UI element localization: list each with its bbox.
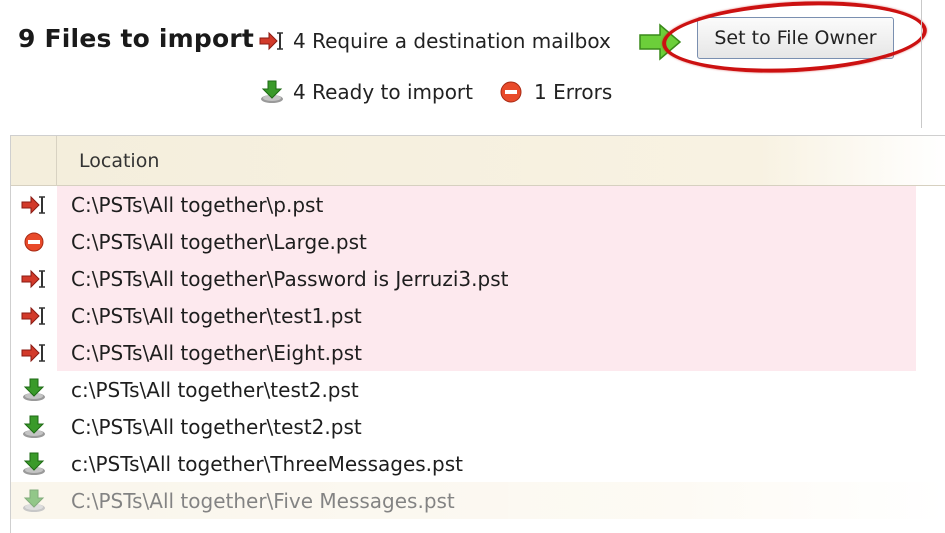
import-mailbox-icon <box>11 334 57 371</box>
error-icon <box>500 81 522 103</box>
status-require-label: 4 Require a destination mailbox <box>293 29 611 53</box>
table-row[interactable]: C:\PSTs\All together\Large.pst <box>11 223 916 260</box>
set-to-file-owner-button[interactable]: Set to File Owner <box>697 17 894 59</box>
table-row[interactable]: C:\PSTs\All together\test1.pst <box>11 297 916 334</box>
green-arrow-icon <box>638 22 682 66</box>
row-path: C:\PSTs\All together\test1.pst <box>71 303 362 328</box>
row-path: c:\PSTs\All together\ThreeMessages.pst <box>71 451 463 476</box>
page-title: 9 Files to import <box>18 24 255 53</box>
import-mailbox-icon <box>11 297 57 334</box>
table-row[interactable]: C:\PSTs\All together\p.pst <box>11 186 916 223</box>
import-mailbox-icon <box>11 260 57 297</box>
status-errors-label: 1 Errors <box>534 80 613 104</box>
status-ready: 4 Ready to import <box>259 80 473 104</box>
table-row[interactable]: C:\PSTs\All together\Five Messages.pst <box>11 482 945 519</box>
table-header: Location <box>11 136 945 186</box>
import-mailbox-icon <box>11 186 57 223</box>
status-require-mailbox: 4 Require a destination mailbox <box>259 29 611 53</box>
import-summary-header: 9 Files to import 4 Require a destinatio… <box>0 0 945 130</box>
table-row[interactable]: C:\PSTs\All together\test2.pst <box>11 408 945 445</box>
ready-download-icon <box>11 371 57 408</box>
table-row[interactable]: c:\PSTs\All together\ThreeMessages.pst <box>11 445 945 482</box>
row-path: C:\PSTs\All together\Password is Jerruzi… <box>71 266 509 291</box>
row-path: C:\PSTs\All together\Five Messages.pst <box>71 488 455 513</box>
files-table: Location C:\PSTs\All together\p.pst C:\P… <box>10 135 945 533</box>
divider <box>921 0 922 128</box>
ready-download-icon <box>259 80 285 104</box>
location-column-header[interactable]: Location <box>79 150 159 172</box>
row-path: c:\PSTs\All together\test2.pst <box>71 377 359 402</box>
table-row[interactable]: C:\PSTs\All together\Password is Jerruzi… <box>11 260 916 297</box>
import-mailbox-icon <box>259 30 285 52</box>
row-path: C:\PSTs\All together\Eight.pst <box>71 340 362 365</box>
status-errors: 1 Errors <box>500 80 612 104</box>
ready-download-icon <box>11 408 57 445</box>
status-column-header[interactable] <box>11 136 57 186</box>
status-ready-label: 4 Ready to import <box>293 80 473 104</box>
row-path: C:\PSTs\All together\test2.pst <box>71 414 362 439</box>
ready-download-icon <box>11 482 57 519</box>
table-rows: C:\PSTs\All together\p.pst C:\PSTs\All t… <box>11 186 945 519</box>
ready-download-icon <box>11 445 57 482</box>
table-row[interactable]: c:\PSTs\All together\test2.pst <box>11 371 945 408</box>
error-icon <box>11 223 57 260</box>
table-row[interactable]: C:\PSTs\All together\Eight.pst <box>11 334 916 371</box>
row-path: C:\PSTs\All together\Large.pst <box>71 229 367 254</box>
row-path: C:\PSTs\All together\p.pst <box>71 192 324 217</box>
